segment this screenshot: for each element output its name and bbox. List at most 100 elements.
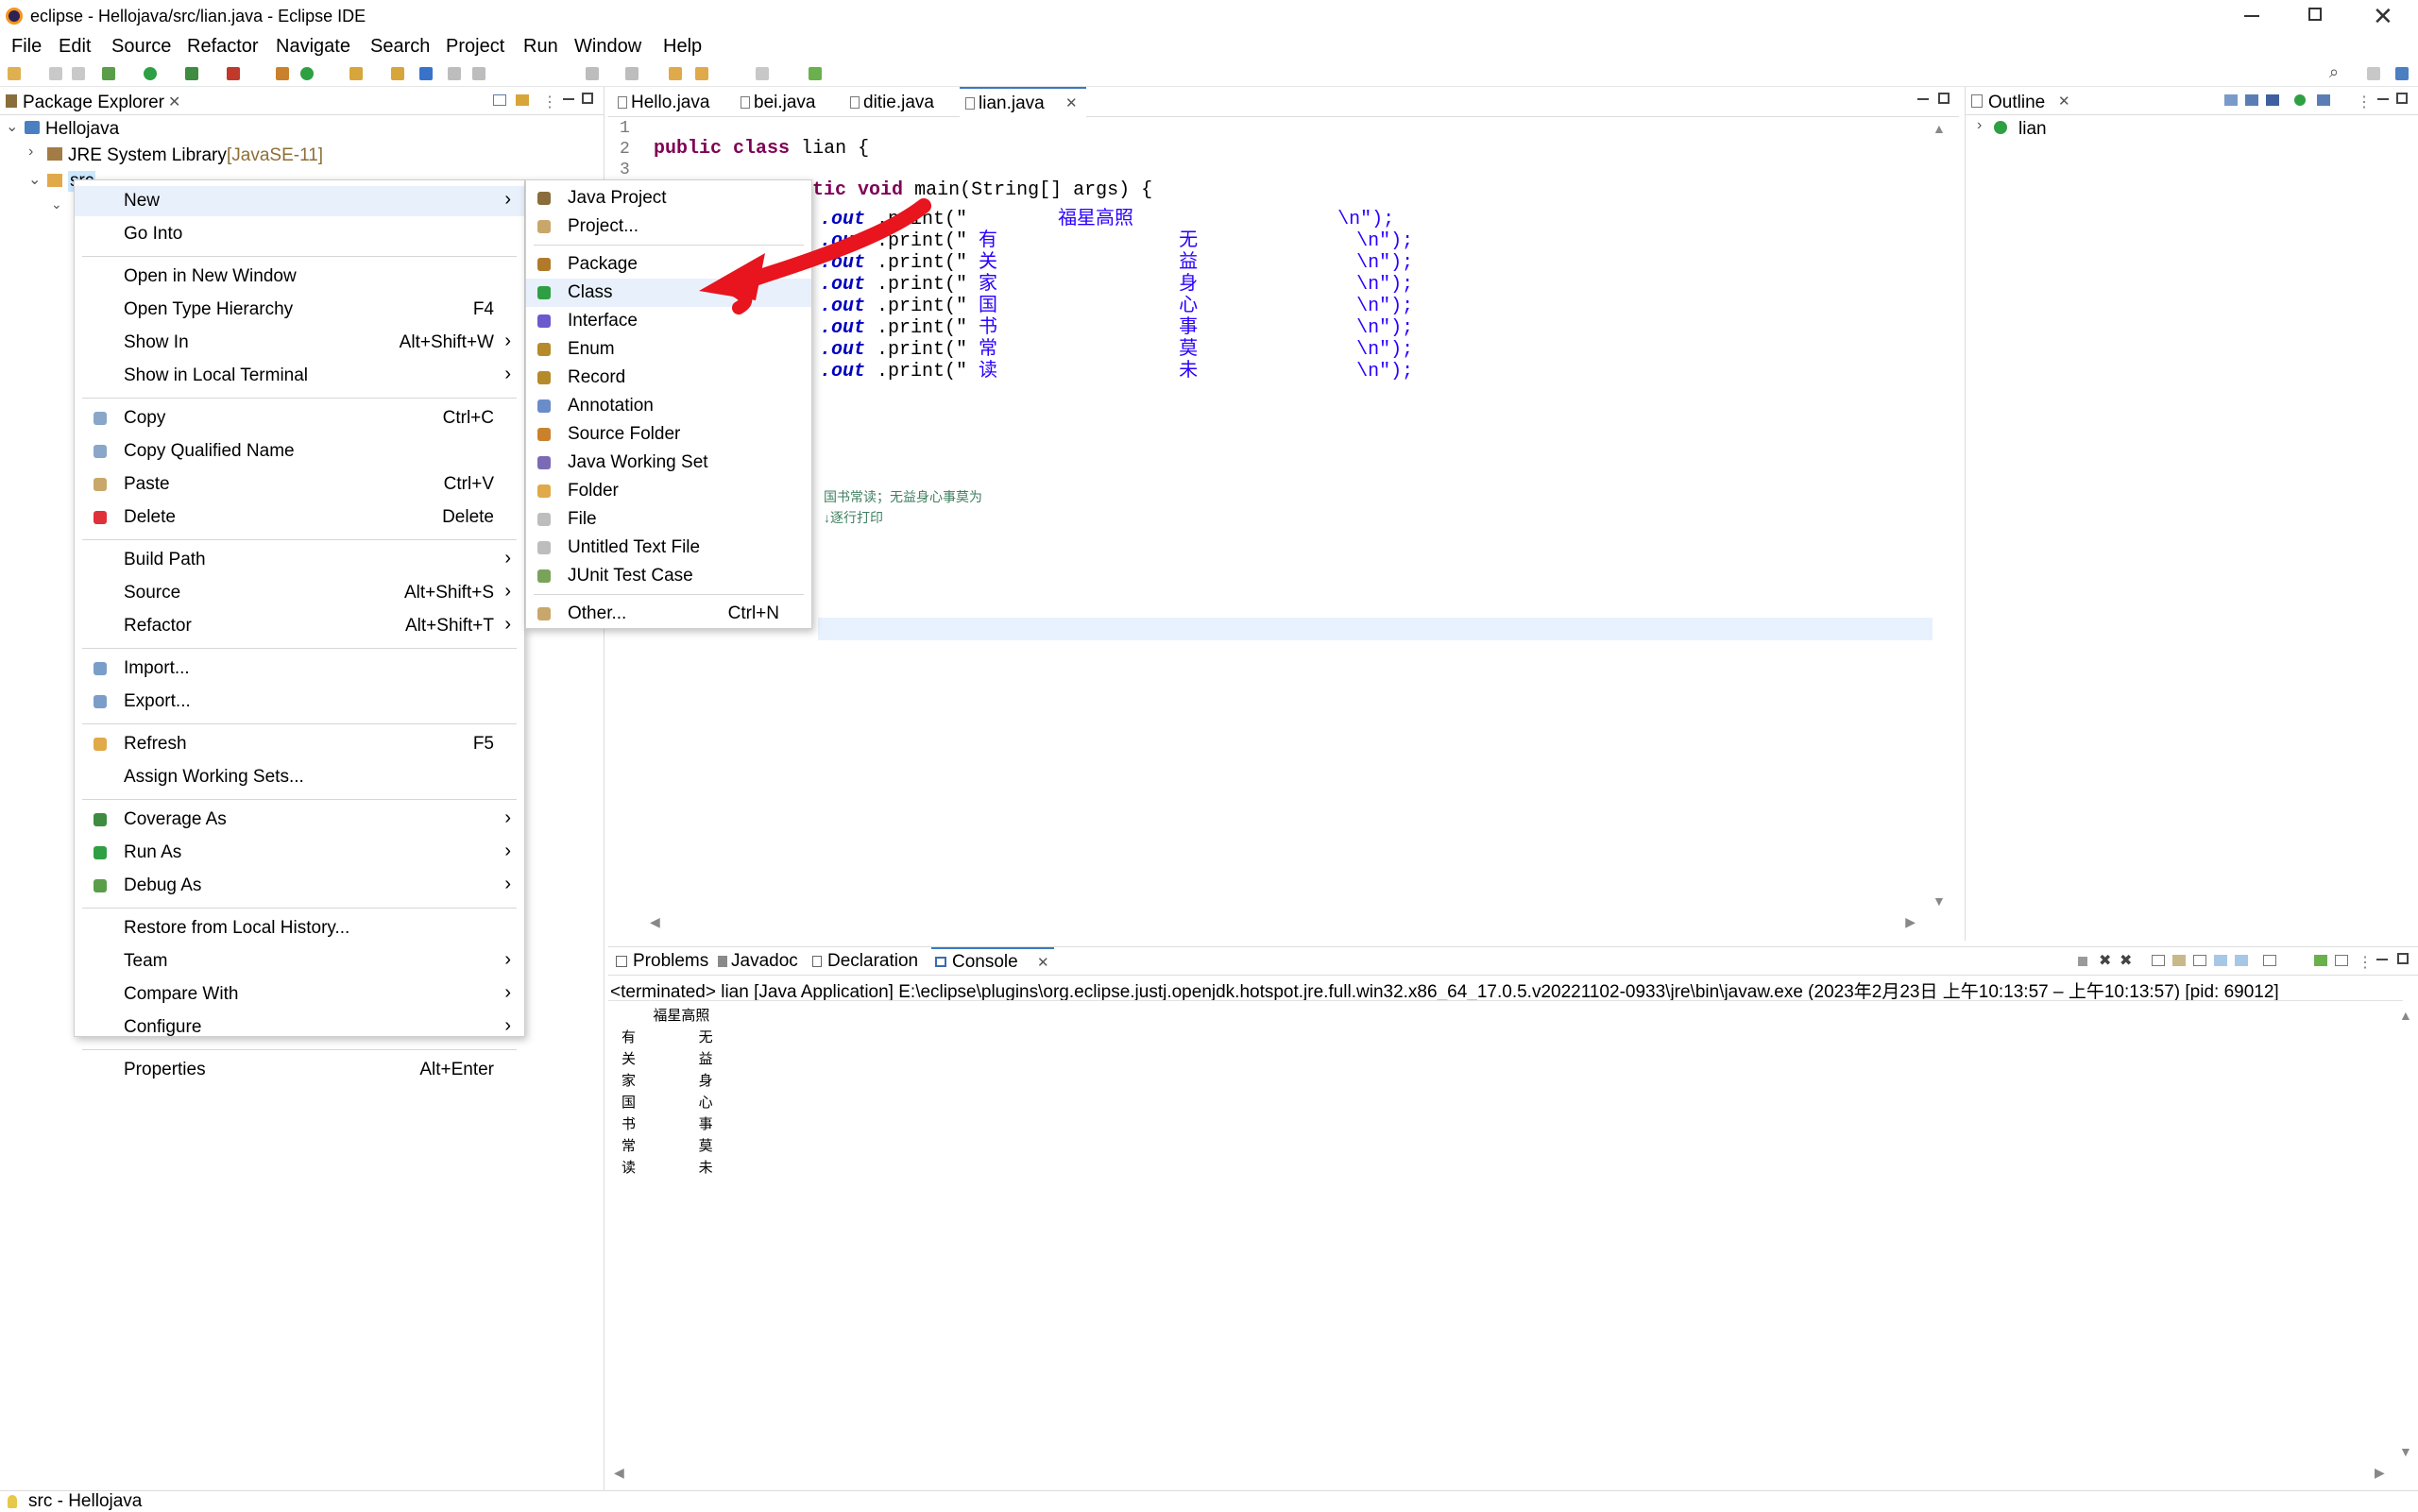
context-menu-item-source[interactable]: Source Alt+Shift+S › bbox=[75, 578, 524, 608]
close-tab-icon[interactable]: ✕ bbox=[1065, 94, 1078, 111]
hide-nonpublic-icon[interactable] bbox=[2294, 94, 2306, 106]
coverage-icon[interactable] bbox=[185, 67, 198, 80]
submenu-item-source-folder[interactable]: Source Folder bbox=[526, 420, 811, 449]
prev-annotation-icon[interactable] bbox=[625, 67, 639, 80]
tab-bei-java[interactable]: bei.java bbox=[735, 87, 839, 117]
context-menu-item-properties[interactable]: Properties Alt+Enter bbox=[75, 1055, 524, 1085]
save-all-icon[interactable] bbox=[72, 67, 85, 80]
show-stderr-icon[interactable] bbox=[2235, 955, 2248, 966]
submenu-item-folder[interactable]: Folder bbox=[526, 477, 811, 505]
new-icon[interactable] bbox=[8, 67, 21, 80]
menu-search[interactable]: Search bbox=[370, 36, 430, 58]
submenu-item-junit-test-case[interactable]: JUnit Test Case bbox=[526, 562, 811, 590]
tab-console[interactable]: Console ✕ bbox=[931, 947, 1054, 976]
chevron-down-icon[interactable]: ⌄ bbox=[51, 196, 62, 212]
terminal-icon[interactable] bbox=[419, 67, 433, 80]
annotation-nav-icon[interactable] bbox=[472, 67, 485, 80]
scroll-down-icon[interactable]: ▼ bbox=[2399, 1444, 2412, 1459]
search-tb-icon[interactable] bbox=[391, 67, 404, 80]
external-tools-icon[interactable] bbox=[227, 67, 240, 80]
new-java-project-icon[interactable] bbox=[276, 67, 289, 80]
tree-jre-row[interactable]: › JRE System Library [JavaSE-11] bbox=[0, 144, 604, 166]
context-menu-item-show-in[interactable]: Show In Alt+Shift+W › bbox=[75, 328, 524, 358]
collapse-all-icon[interactable] bbox=[493, 94, 506, 106]
context-menu-item-copy-qualified-name[interactable]: Copy Qualified Name bbox=[75, 436, 524, 467]
hide-local-icon[interactable] bbox=[2317, 94, 2330, 106]
context-menu-item-run-as[interactable]: Run As › bbox=[75, 838, 524, 868]
tab-problems[interactable]: Problems bbox=[612, 947, 714, 976]
context-menu-item-refresh[interactable]: Refresh F5 bbox=[75, 729, 524, 759]
context-menu-item-assign-working-sets[interactable]: Assign Working Sets... bbox=[75, 762, 524, 792]
context-menu-item-show-in-local-terminal[interactable]: Show in Local Terminal › bbox=[75, 361, 524, 391]
minimize-view-icon[interactable] bbox=[2377, 98, 2389, 100]
display-console-icon[interactable] bbox=[2335, 955, 2348, 966]
close-tab-icon[interactable]: ✕ bbox=[168, 93, 180, 111]
maximize-view-icon[interactable] bbox=[2397, 953, 2409, 964]
menu-navigate[interactable]: Navigate bbox=[276, 36, 350, 58]
nav-forward-icon[interactable] bbox=[756, 67, 769, 80]
java-perspective-icon[interactable] bbox=[2395, 67, 2409, 80]
next-annotation-icon[interactable] bbox=[586, 67, 599, 80]
clear-console-icon[interactable] bbox=[2152, 955, 2165, 966]
context-menu-item-team[interactable]: Team › bbox=[75, 946, 524, 977]
restore-icon[interactable] bbox=[2308, 8, 2322, 21]
view-menu-icon[interactable]: ⋮ bbox=[2358, 953, 2373, 972]
sort-icon[interactable] bbox=[2224, 94, 2238, 106]
tree-project-row[interactable]: ⌄ Hellojava bbox=[0, 117, 604, 140]
tab-javadoc[interactable]: Javadoc bbox=[716, 947, 807, 976]
maximize-view-icon[interactable] bbox=[2396, 93, 2408, 104]
context-menu-item-go-into[interactable]: Go Into bbox=[75, 219, 524, 249]
context-menu-item-refactor[interactable]: Refactor Alt+Shift+T › bbox=[75, 611, 524, 641]
context-menu-item-open-type-hierarchy[interactable]: Open Type Hierarchy F4 bbox=[75, 295, 524, 325]
open-perspective-icon[interactable] bbox=[2367, 67, 2380, 80]
view-menu-icon[interactable]: ⋮ bbox=[2357, 93, 2372, 111]
new-class-icon[interactable] bbox=[300, 67, 314, 80]
menu-source[interactable]: Source bbox=[111, 36, 171, 58]
scroll-down-icon[interactable]: ▼ bbox=[1933, 893, 1946, 909]
toggle-mark-icon[interactable] bbox=[448, 67, 461, 80]
context-menu-item-paste[interactable]: Paste Ctrl+V bbox=[75, 469, 524, 500]
menu-run[interactable]: Run bbox=[523, 36, 558, 58]
remove-launch-icon[interactable]: ✖ bbox=[2099, 951, 2111, 970]
run-icon[interactable] bbox=[144, 67, 157, 80]
close-tab-icon[interactable]: ✕ bbox=[1037, 954, 1049, 971]
context-menu-item-copy[interactable]: Copy Ctrl+C bbox=[75, 403, 524, 433]
open-console-icon[interactable] bbox=[2314, 955, 2327, 966]
tab-declaration[interactable]: Declaration bbox=[810, 947, 931, 976]
save-icon[interactable] bbox=[49, 67, 62, 80]
word-wrap-icon[interactable] bbox=[2193, 955, 2206, 966]
submenu-item-annotation[interactable]: Annotation bbox=[526, 392, 811, 420]
back-icon[interactable] bbox=[669, 67, 682, 80]
maximize-view-icon[interactable] bbox=[1938, 93, 1950, 104]
open-type-icon[interactable] bbox=[349, 67, 363, 80]
menu-file[interactable]: File bbox=[11, 36, 42, 58]
pin-editor-icon[interactable] bbox=[809, 67, 822, 80]
scroll-left-icon[interactable]: ◀ bbox=[614, 1465, 624, 1481]
console-output[interactable]: 福星高照有 无关 益家 身国 心书 事常 莫读 未 bbox=[608, 1000, 2403, 1472]
context-menu-item-compare-with[interactable]: Compare With › bbox=[75, 979, 524, 1010]
tab-ditie-java[interactable]: ditie.java bbox=[844, 87, 965, 117]
show-stdout-icon[interactable] bbox=[2214, 955, 2227, 966]
view-menu-icon[interactable]: ⋮ bbox=[542, 93, 557, 111]
submenu-item-other[interactable]: Other... Ctrl+N bbox=[526, 600, 811, 628]
link-editor-icon[interactable] bbox=[516, 94, 529, 106]
context-menu-item-export[interactable]: Export... bbox=[75, 687, 524, 717]
menu-edit[interactable]: Edit bbox=[59, 36, 91, 58]
menu-window[interactable]: Window bbox=[574, 36, 641, 58]
submenu-item-untitled-text-file[interactable]: Untitled Text File bbox=[526, 534, 811, 562]
context-menu-item-debug-as[interactable]: Debug As › bbox=[75, 871, 524, 901]
menu-project[interactable]: Project bbox=[446, 36, 504, 58]
maximize-view-icon[interactable] bbox=[582, 93, 593, 104]
minimize-view-icon[interactable] bbox=[1917, 98, 1929, 100]
horizontal-scrollbar[interactable]: ◀ ▶ bbox=[650, 914, 1916, 929]
remove-all-icon[interactable]: ✖ bbox=[2120, 951, 2132, 970]
scroll-right-icon[interactable]: ▶ bbox=[1905, 914, 1916, 930]
context-menu-item-delete[interactable]: Delete Delete bbox=[75, 502, 524, 533]
context-menu-item-coverage-as[interactable]: Coverage As › bbox=[75, 805, 524, 835]
context-menu-item-configure[interactable]: Configure › bbox=[75, 1012, 524, 1043]
close-icon[interactable]: ✕ bbox=[2373, 2, 2393, 31]
submenu-item-enum[interactable]: Enum bbox=[526, 335, 811, 364]
chevron-down-icon[interactable]: ⌄ bbox=[6, 117, 18, 136]
scroll-right-icon[interactable]: ▶ bbox=[2375, 1465, 2385, 1481]
context-menu-item-build-path[interactable]: Build Path › bbox=[75, 545, 524, 575]
